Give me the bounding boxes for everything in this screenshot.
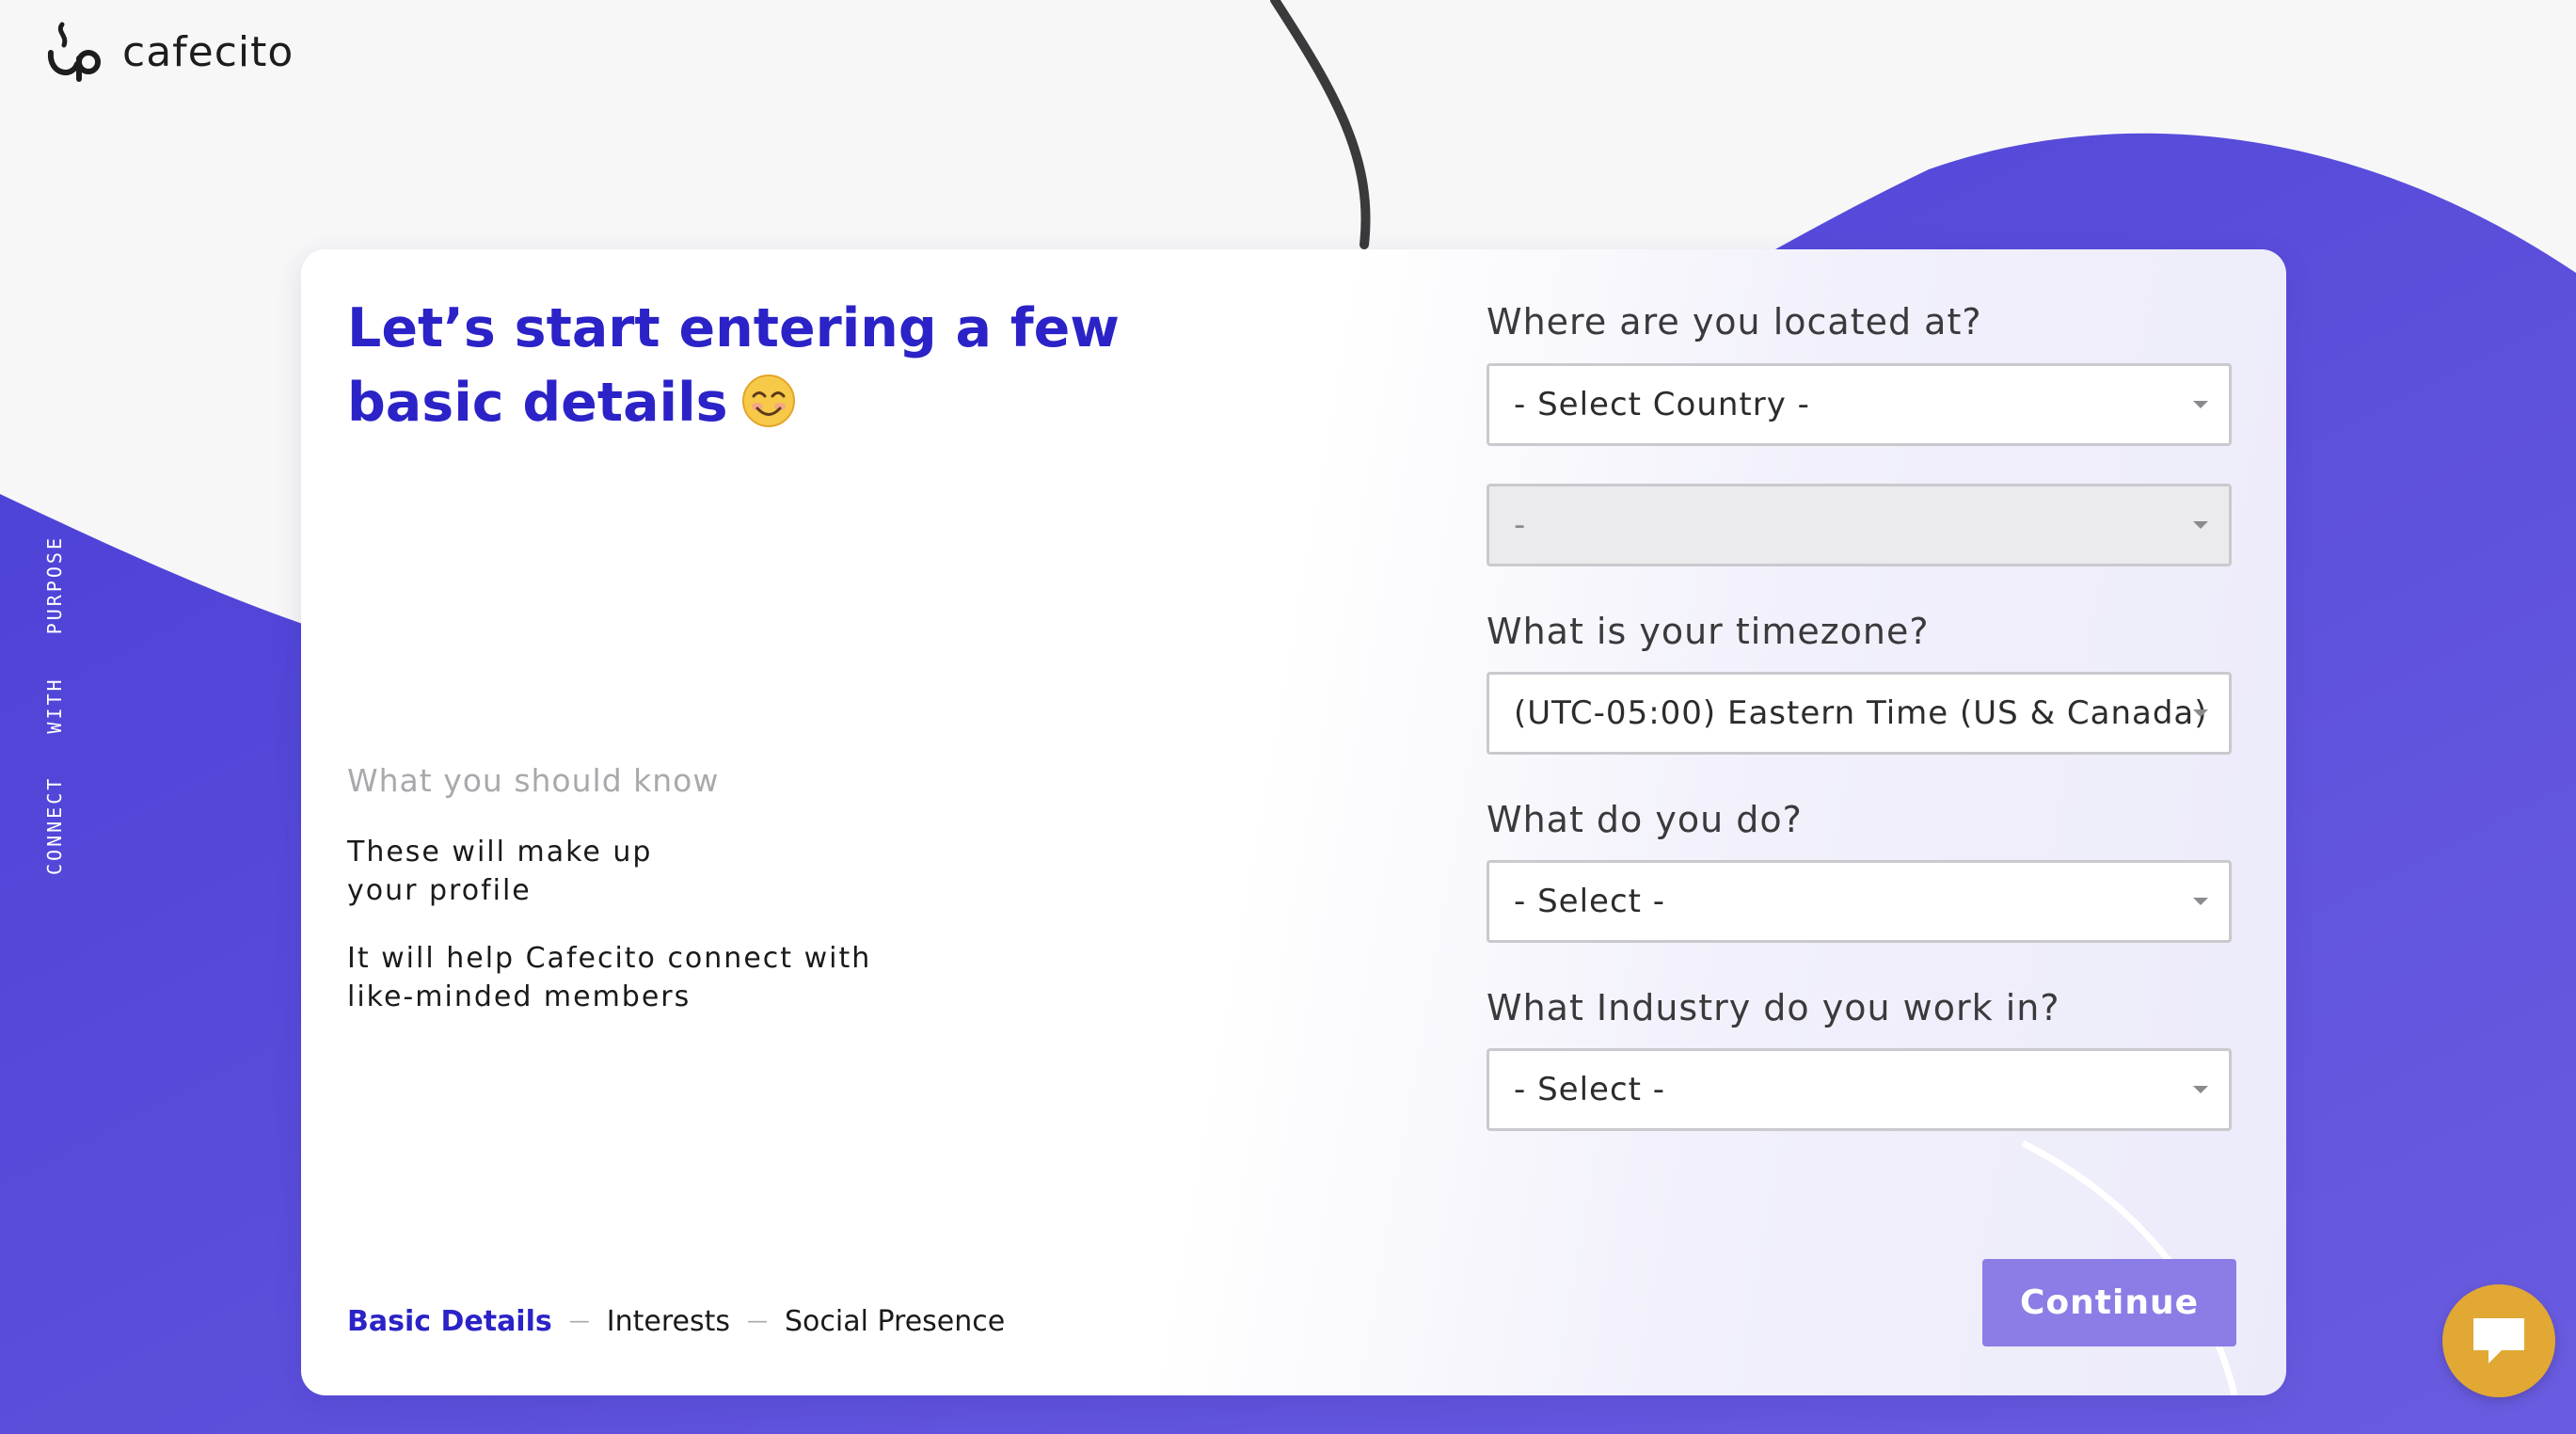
tagline: CONNECT WITH PURPOSE <box>43 535 66 875</box>
chevron-down-icon <box>2193 521 2208 529</box>
info-paragraph-connect: It will help Cafecito connect with like-… <box>347 942 872 1013</box>
page-title: Let’s start entering a few basic details <box>347 292 1194 440</box>
occupation-label: What do you do? <box>1487 799 1803 840</box>
region-select-value: - <box>1514 506 1527 544</box>
industry-select-value: - Select - <box>1514 1071 1666 1108</box>
smiling-face-icon <box>741 374 795 427</box>
brand-name: cafecito <box>122 27 294 76</box>
step-separator: — <box>746 1310 768 1333</box>
cafecito-logo-icon <box>47 22 101 82</box>
occupation-select[interactable]: - Select - <box>1487 860 2232 943</box>
chevron-down-icon <box>2193 401 2208 408</box>
timezone-select-value: (UTC-05:00) Eastern Time (US & Canada) <box>1514 694 2208 732</box>
chat-bubble-icon <box>2473 1318 2524 1363</box>
chat-button[interactable] <box>2442 1284 2555 1397</box>
step-social-presence[interactable]: Social Presence <box>785 1305 1005 1338</box>
continue-button[interactable]: Continue <box>1982 1259 2236 1346</box>
timezone-label: What is your timezone? <box>1487 611 1930 652</box>
location-label: Where are you located at? <box>1487 301 1982 343</box>
timezone-select[interactable]: (UTC-05:00) Eastern Time (US & Canada) <box>1487 672 2232 755</box>
chevron-down-icon <box>2193 898 2208 905</box>
step-interests[interactable]: Interests <box>607 1305 730 1338</box>
region-select[interactable]: - <box>1487 484 2232 566</box>
brand-logo[interactable]: cafecito <box>43 21 294 83</box>
progress-steps: Basic Details — Interests — Social Prese… <box>347 1305 1005 1338</box>
step-basic-details[interactable]: Basic Details <box>347 1305 552 1338</box>
industry-select[interactable]: - Select - <box>1487 1048 2232 1131</box>
country-select-value: - Select Country - <box>1514 386 1810 423</box>
onboarding-card: Let’s start entering a few basic details… <box>301 249 2286 1395</box>
info-title: What you should know <box>347 762 720 799</box>
country-select[interactable]: - Select Country - <box>1487 363 2232 446</box>
page-title-text: Let’s start entering a few basic details <box>347 297 1120 434</box>
step-separator: — <box>568 1310 590 1333</box>
occupation-select-value: - Select - <box>1514 883 1666 920</box>
chevron-down-icon <box>2193 1086 2208 1093</box>
info-paragraph-profile: These will make up your profile <box>347 836 653 907</box>
industry-label: What Industry do you work in? <box>1487 987 2060 1028</box>
chevron-down-icon <box>2193 709 2208 717</box>
